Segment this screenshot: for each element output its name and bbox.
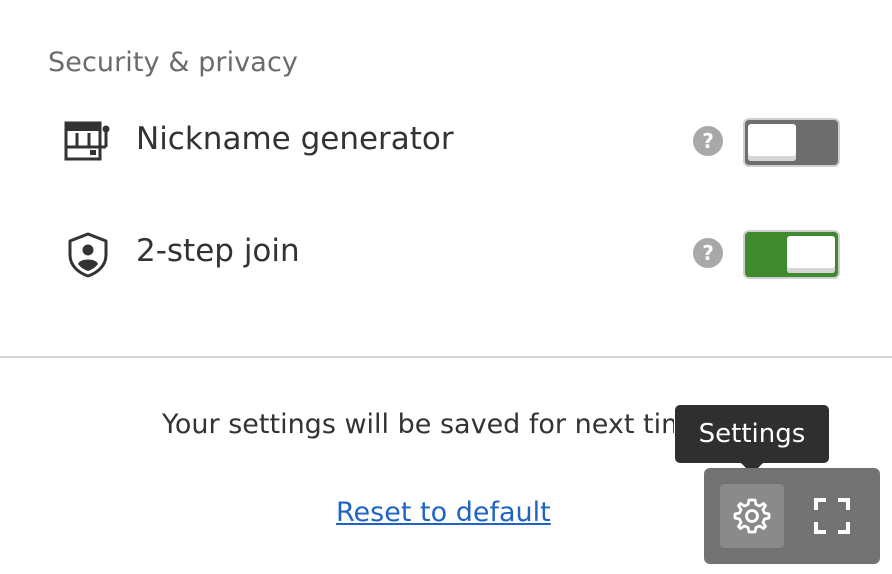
help-icon[interactable]: ? [692, 125, 724, 157]
slot-machine-icon [64, 119, 112, 167]
fullscreen-button[interactable] [800, 484, 864, 548]
fullscreen-icon [814, 498, 850, 534]
gear-icon [733, 498, 771, 534]
divider [0, 356, 892, 358]
help-icon[interactable]: ? [692, 237, 724, 269]
setting-label: Nickname generator [136, 121, 454, 157]
reset-to-default-link[interactable]: Reset to default [336, 497, 551, 528]
2-step-join-toggle[interactable] [743, 230, 840, 279]
svg-text:?: ? [702, 129, 714, 153]
setting-row-2-step-join: 2-step join ? [0, 223, 892, 283]
save-note: Your settings will be saved for next tim… [162, 409, 674, 440]
setting-label: 2-step join [136, 233, 300, 269]
shield-user-icon [64, 231, 112, 279]
settings-tooltip: Settings [675, 405, 829, 463]
toggle-knob [748, 124, 796, 161]
toggle-knob [787, 236, 835, 273]
section-title: Security & privacy [48, 47, 298, 78]
settings-panel: Security & privacy Nickname generator ? [0, 0, 892, 574]
settings-button[interactable] [720, 484, 784, 548]
svg-text:?: ? [702, 241, 714, 265]
bottom-toolbar [704, 468, 880, 564]
nickname-generator-toggle[interactable] [743, 118, 840, 167]
setting-row-nickname-generator: Nickname generator ? [0, 111, 892, 171]
